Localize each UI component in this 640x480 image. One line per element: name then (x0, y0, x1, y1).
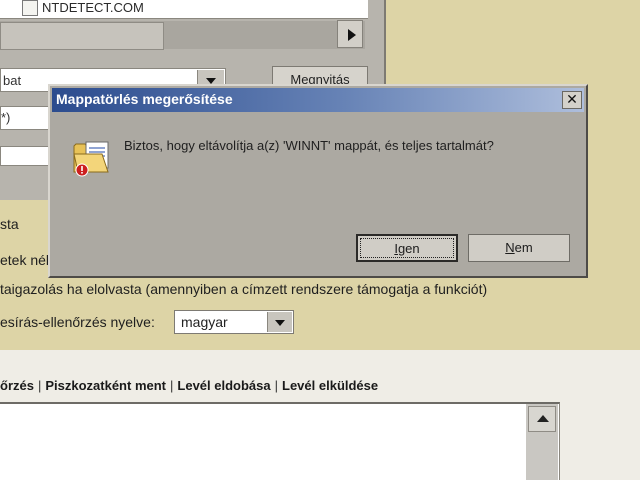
scroll-right-icon[interactable] (337, 20, 363, 48)
folder-delete-icon (72, 132, 116, 178)
option-read-receipt-label: taigazolás ha elolvasta (amennyiben a cí… (0, 281, 488, 297)
spellcheck-language-value: magyar (181, 314, 228, 330)
yes-button-label: gen (397, 241, 420, 256)
action-bar: őrzés | Piszkozatként ment | Levél eldobása |… (0, 378, 379, 393)
save-draft-link[interactable]: Piszkozatként ment (45, 378, 166, 393)
file-name[interactable]: NTDETECT.COM (42, 0, 144, 15)
dialog-message: Biztos, hogy eltávolítja a(z) 'WINNT' ma… (124, 138, 494, 153)
option-attachment-label: etek nél (0, 252, 50, 268)
close-icon[interactable]: ✕ (562, 91, 582, 109)
chevron-down-icon[interactable] (267, 312, 292, 332)
discard-link[interactable]: Levél eldobása (177, 378, 270, 393)
no-button[interactable]: Nem (468, 234, 570, 262)
dialog-titlebar[interactable]: Mappatörlés megerősítése ✕ (52, 88, 584, 112)
file-icon (22, 0, 38, 16)
scrollbar-thumb[interactable] (0, 22, 164, 50)
check-link[interactable]: őrzés (0, 378, 34, 393)
option-read-label: sta (0, 216, 19, 232)
send-link[interactable]: Levél elküldése (282, 378, 378, 393)
dialog-title: Mappatörlés megerősítése (56, 91, 233, 107)
yes-button[interactable]: Igen (356, 234, 458, 262)
message-body-input[interactable] (0, 402, 560, 480)
spellcheck-language-label: esírás-ellenőrzés nyelve: (0, 314, 155, 330)
file-list[interactable]: NTDETECT.COM (0, 0, 368, 19)
spellcheck-language-select[interactable]: magyar (174, 310, 294, 334)
confirm-delete-dialog: Mappatörlés megerősítése ✕ Biztos, hogy … (48, 84, 588, 278)
no-button-label: em (514, 240, 533, 255)
file-type-value: bat (3, 73, 22, 88)
no-button-hotkey: N (505, 240, 515, 255)
scroll-up-icon[interactable] (528, 406, 556, 432)
